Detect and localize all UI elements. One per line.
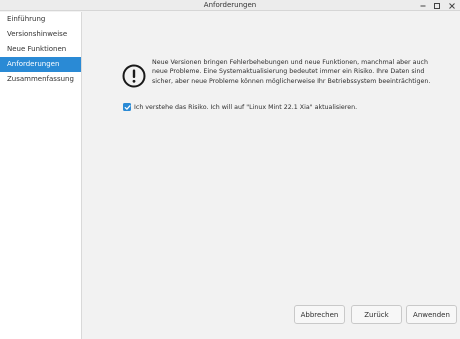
title-bar[interactable]: Anforderungen xyxy=(0,0,460,11)
cancel-button[interactable]: Abbrechen xyxy=(294,305,345,324)
back-button[interactable]: Zurück xyxy=(351,305,402,324)
sidebar-item-anforderungen[interactable]: Anforderungen xyxy=(0,57,81,72)
checkmark-icon xyxy=(124,104,131,110)
sidebar-item-neue-funktionen[interactable]: Neue Funktionen xyxy=(0,42,81,57)
sidebar: Einführung Versionshinweise Neue Funktio… xyxy=(0,12,82,339)
main-content: Neue Versionen bringen Fehlerbehebungen … xyxy=(83,12,460,339)
apply-button[interactable]: Anwenden xyxy=(406,305,457,324)
sidebar-item-einfuehrung[interactable]: Einführung xyxy=(0,12,81,27)
exclamation-circle-icon xyxy=(122,64,146,88)
acknowledge-row[interactable]: Ich verstehe das Risiko. Ich will auf "L… xyxy=(123,101,357,113)
window-title: Anforderungen xyxy=(203,1,257,9)
maximize-icon[interactable] xyxy=(432,0,442,11)
sidebar-item-zusammenfassung[interactable]: Zusammenfassung xyxy=(0,72,81,87)
acknowledge-checkbox[interactable] xyxy=(123,103,131,111)
minimize-icon[interactable] xyxy=(418,0,428,11)
acknowledge-label[interactable]: Ich verstehe das Risiko. Ich will auf "L… xyxy=(134,104,357,111)
warning-message: Neue Versionen bringen Fehlerbehebungen … xyxy=(152,59,431,85)
close-icon[interactable] xyxy=(447,0,457,11)
sidebar-item-versionshinweise[interactable]: Versionshinweise xyxy=(0,27,81,42)
